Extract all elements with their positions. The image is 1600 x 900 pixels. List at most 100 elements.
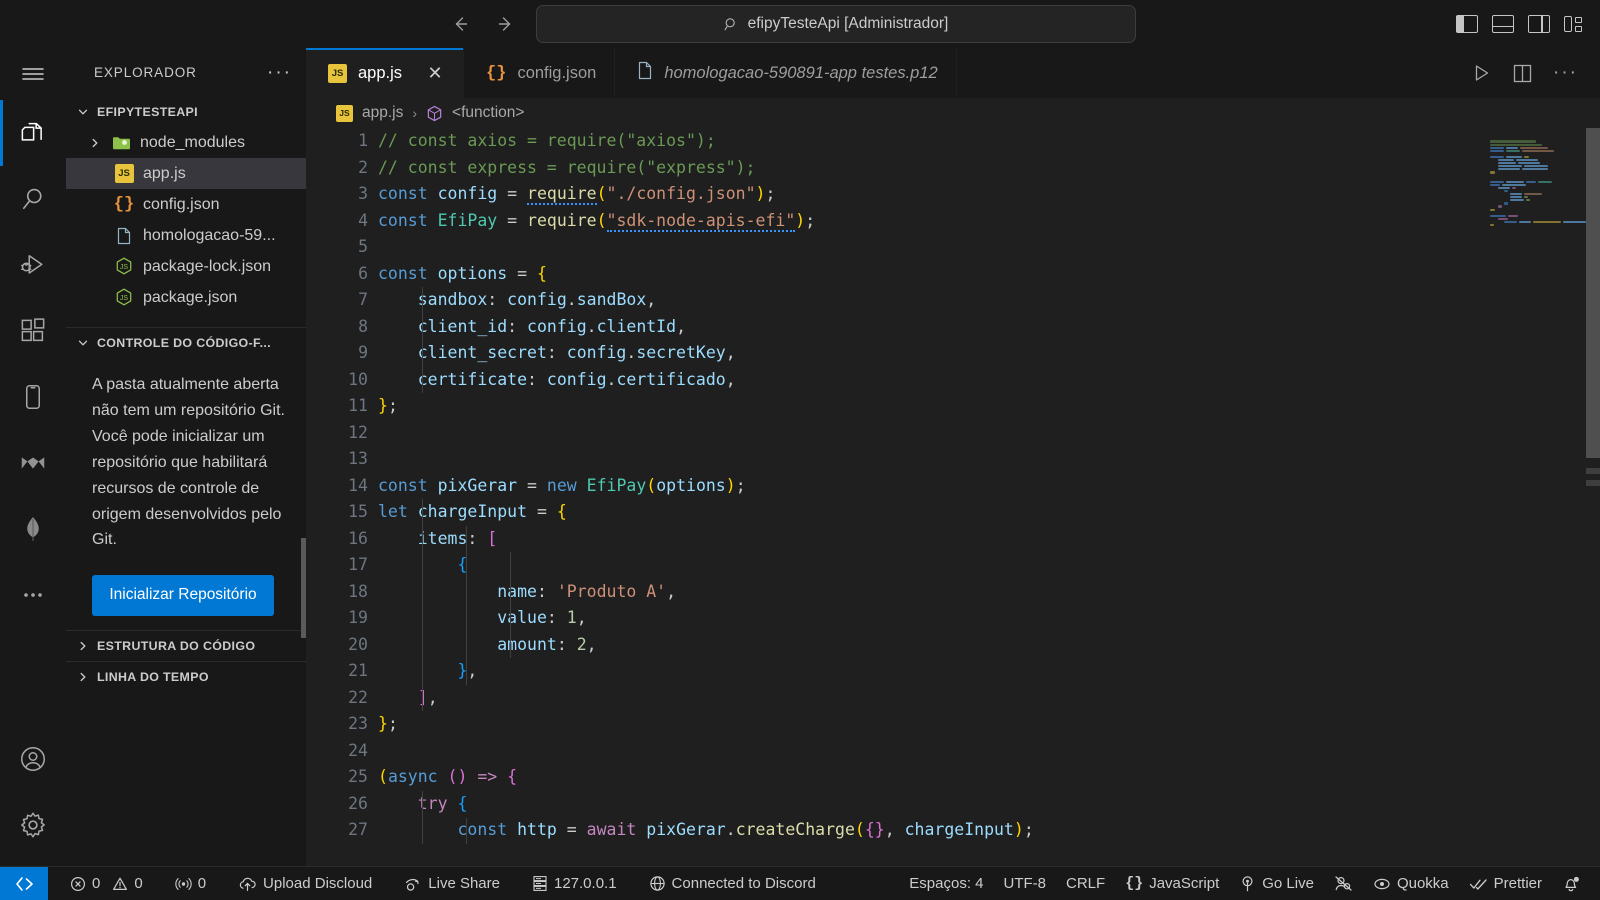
code-line: certificate: config.certificado, xyxy=(417,369,736,389)
sidebar-item-more-views[interactable] xyxy=(0,562,66,628)
run-file-icon[interactable] xyxy=(1470,62,1492,84)
notifications-item[interactable] xyxy=(1552,867,1590,900)
eol-label: CRLF xyxy=(1066,875,1106,892)
close-icon[interactable]: ✕ xyxy=(425,63,445,84)
breadcrumb-symbol[interactable]: <function> xyxy=(452,104,524,122)
live-share-item[interactable]: Live Share xyxy=(394,867,510,900)
explorer-root-header[interactable]: EFIPYTESTEAPI xyxy=(66,96,306,127)
tree-item-package-json[interactable]: JS package.json xyxy=(66,282,306,313)
sidebar-item-run-debug[interactable] xyxy=(0,232,66,298)
tree-item-app-js[interactable]: JS app.js xyxy=(66,158,306,189)
tree-item-node_modules[interactable]: node_modules xyxy=(66,127,306,158)
prettier-item[interactable]: Prettier xyxy=(1459,867,1552,900)
globe-icon xyxy=(649,876,665,891)
menu-icon[interactable] xyxy=(0,48,66,100)
ports-count: 0 xyxy=(197,875,207,892)
code-line: const EfiPay = require("sdk-node-apis-ef… xyxy=(378,210,816,232)
status-bar-right: Espaços: 4 UTF-8 CRLF {} JavaScript Go L… xyxy=(899,867,1600,900)
quokka-item[interactable]: Quokka xyxy=(1363,867,1459,900)
mongodb-leaf-icon xyxy=(27,517,39,541)
broadcast-icon xyxy=(1242,876,1253,892)
remote-window-button[interactable] xyxy=(0,866,48,900)
folder-icon xyxy=(111,135,131,151)
more-actions-icon[interactable]: ··· xyxy=(1553,62,1578,84)
radio-tower-icon xyxy=(174,877,192,890)
split-editor-icon[interactable] xyxy=(1512,64,1533,83)
code-line: ], xyxy=(418,687,438,707)
svg-text:JS: JS xyxy=(120,264,129,271)
sidebar-item-search[interactable] xyxy=(0,166,66,232)
settings-button[interactable] xyxy=(0,792,66,858)
go-live-item[interactable]: Go Live xyxy=(1229,867,1324,900)
sidebar-item-device-preview[interactable] xyxy=(0,364,66,430)
code-line: try { xyxy=(417,793,468,813)
problems-errors-item[interactable]: 0 0 xyxy=(60,867,153,900)
code-line: sandbox: config.sandBox, xyxy=(417,290,657,309)
customize-layout-icon[interactable] xyxy=(1564,15,1586,33)
chevron-right-icon xyxy=(76,640,90,652)
toggle-panel-icon[interactable] xyxy=(1492,15,1514,33)
chevron-right-icon xyxy=(88,137,102,149)
code-content: 1234 5678 9 10 11 12 13 14 15 16 17 18 19 20 21 22… xyxy=(306,128,1600,866)
code-line: // const axios = require("axios"); xyxy=(378,131,716,150)
ports-item[interactable]: 0 xyxy=(165,867,216,900)
gear-icon xyxy=(21,812,45,838)
code-line: const config = require("./config.json"); xyxy=(378,184,776,205)
tab-config-json[interactable]: {} config.json xyxy=(464,48,616,98)
sidebar-item-extensions[interactable] xyxy=(0,298,66,364)
remote-window-icon xyxy=(16,876,33,891)
extensions-icon xyxy=(21,318,45,342)
source-control-header[interactable]: CONTROLE DO CÓDIGO-F... xyxy=(66,327,306,358)
upload-discloud-item[interactable]: Upload Discloud xyxy=(228,867,382,900)
editor-scrollbar[interactable] xyxy=(1586,128,1600,866)
local-server-item[interactable]: 127.0.0.1 xyxy=(522,867,627,900)
eol-item[interactable]: CRLF xyxy=(1056,867,1115,900)
device-phone-icon xyxy=(26,385,40,409)
timeline-header[interactable]: LINHA DO TEMPO xyxy=(66,661,306,692)
code-lines[interactable]: // const axios = require("axios"); // co… xyxy=(378,128,1600,866)
code-editor[interactable]: 1234 5678 9 10 11 12 13 14 15 16 17 18 19 20 21 22… xyxy=(306,128,1600,866)
indentation-item[interactable]: Espaços: 4 xyxy=(899,867,993,900)
sidebar-item-mongodb[interactable] xyxy=(0,496,66,562)
sidebar-more-actions-icon[interactable]: ··· xyxy=(259,63,300,82)
source-control-title: CONTROLE DO CÓDIGO-F... xyxy=(97,336,271,350)
command-center[interactable]: efipyTesteApi [Administrador] xyxy=(536,5,1136,43)
cloud-upload-icon xyxy=(239,877,256,891)
toggle-primary-sidebar-icon[interactable] xyxy=(1456,15,1478,33)
tab-certificate-p12[interactable]: homologacao-590891-app testes.p12 xyxy=(615,48,957,98)
tree-item-certificate[interactable]: homologacao-59... xyxy=(66,220,306,251)
navigation-controls xyxy=(448,11,518,37)
editor-actions: ··· xyxy=(1470,48,1600,98)
code-line: amount: 2, xyxy=(497,634,597,654)
tab-app-js[interactable]: JS app.js ✕ xyxy=(306,48,465,98)
tab-label: config.json xyxy=(517,63,597,82)
file-icon xyxy=(114,227,134,245)
outline-header[interactable]: ESTRUTURA DO CÓDIGO xyxy=(66,630,306,661)
toggle-secondary-sidebar-icon[interactable] xyxy=(1528,15,1550,33)
tree-item-config-json[interactable]: {} config.json xyxy=(66,189,306,220)
eye-icon xyxy=(1374,878,1390,889)
run-debug-icon xyxy=(21,255,43,274)
language-mode-item[interactable]: {} JavaScript xyxy=(1115,867,1229,900)
editor-scrollbar-thumb[interactable] xyxy=(1586,128,1600,458)
code-line: const options = { xyxy=(378,263,547,283)
arrow-left-icon[interactable] xyxy=(448,11,474,37)
encoding-item[interactable]: UTF-8 xyxy=(994,867,1057,900)
code-line: value: 1, xyxy=(497,608,587,627)
tree-item-package-lock-json[interactable]: JS package-lock.json xyxy=(66,251,306,282)
sidebar-item-discloud[interactable] xyxy=(0,430,66,496)
arrow-right-icon[interactable] xyxy=(492,11,518,37)
discord-status-item[interactable]: Connected to Discord xyxy=(639,867,826,900)
breadcrumb-separator: › xyxy=(412,105,418,121)
tree-item-label: node_modules xyxy=(140,133,245,151)
breadcrumb-file[interactable]: app.js xyxy=(362,104,403,122)
tree-item-label: app.js xyxy=(143,164,186,182)
sidebar-title: EXPLORADOR xyxy=(94,64,197,80)
status-bar: 0 0 0 Upload Discloud Live Share 127.0.0… xyxy=(0,866,1600,900)
quokka-toggle-item[interactable] xyxy=(1324,867,1363,900)
sidebar-item-explorer[interactable] xyxy=(0,100,66,166)
accounts-button[interactable] xyxy=(0,726,66,792)
init-repository-button[interactable]: Inicializar Repositório xyxy=(92,575,274,617)
